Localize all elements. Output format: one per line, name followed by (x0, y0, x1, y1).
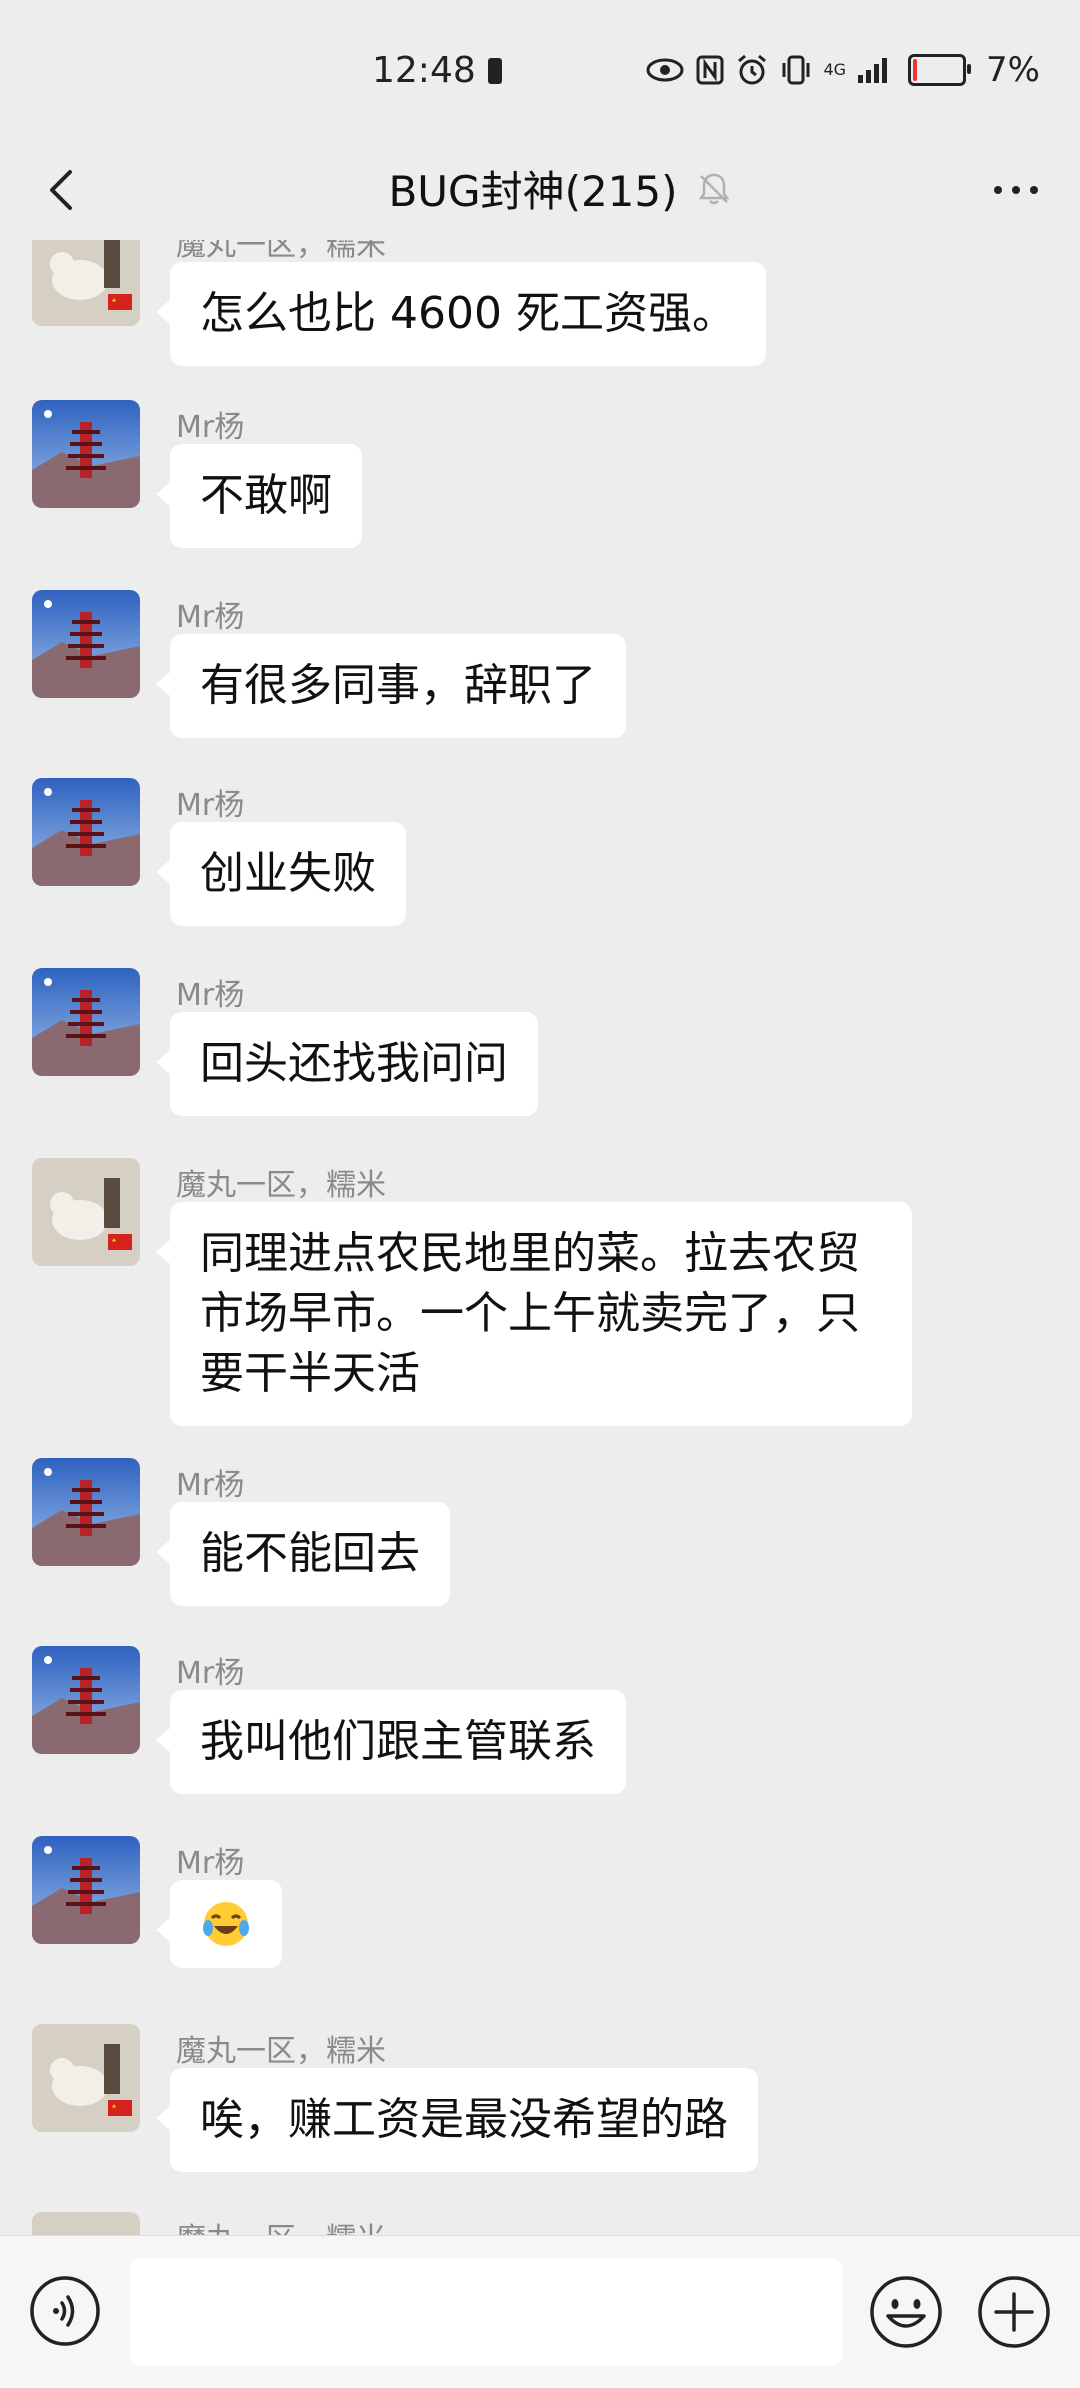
message-bubble[interactable]: 同理进点农民地里的菜。拉去农贸 市场早市。一个上午就卖完了，只 要干半天活 (156, 1202, 912, 1426)
nfc-icon (696, 55, 724, 85)
vibrate-icon (782, 55, 810, 85)
message-bubble[interactable]: 回头还找我问问 (156, 1012, 538, 1116)
battery-saver-icon (488, 58, 502, 84)
avatar[interactable] (32, 240, 140, 326)
sender-name: 魔丸一区，糯米 (176, 2034, 386, 2069)
message-bubble[interactable]: 不敢啊 (156, 444, 362, 548)
laughing-crying-emoji-icon (203, 1902, 249, 1946)
message-input[interactable] (130, 2258, 842, 2366)
chat-message-list[interactable]: 魔丸一区，糯米 怎么也比 4600 死工资强。 Mr杨 不敢啊 Mr杨 有很多同… (0, 240, 1080, 2235)
message-bubble[interactable]: 怎么也比 4600 死工资强。 (156, 262, 766, 366)
message-bubble[interactable]: 能不能回去 (156, 1502, 450, 1606)
chat-title-wrap: BUG封神(215) (0, 158, 1080, 219)
emoji-picker-icon[interactable] (868, 2274, 944, 2350)
message-bubble[interactable]: 创业失败 (156, 822, 406, 926)
chat-title: BUG封神(215) (388, 167, 678, 216)
mute-bell-icon (698, 173, 730, 204)
status-bar: 12:48 4G 7% (0, 0, 1080, 140)
sender-name: Mr杨 (176, 600, 245, 635)
input-bar (0, 2235, 1080, 2388)
message-line: 市场早市。一个上午就卖完了，只 (200, 1288, 860, 1339)
alarm-icon (738, 54, 767, 85)
avatar[interactable] (32, 968, 140, 1076)
battery-icon (908, 54, 972, 86)
more-options-icon[interactable] (986, 170, 1046, 210)
avatar[interactable] (32, 1158, 140, 1266)
avatar[interactable] (32, 1646, 140, 1754)
message-line: 要干半天活 (200, 1348, 420, 1399)
sender-name: Mr杨 (176, 978, 245, 1013)
sender-name: Mr杨 (176, 788, 245, 823)
status-icons: 4G 7% (645, 50, 1040, 90)
message-bubble[interactable] (156, 1880, 282, 1968)
message-bubble[interactable]: 我叫他们跟主管联系 (156, 1690, 626, 1794)
chat-header: BUG封神(215) (0, 140, 1080, 240)
avatar[interactable] (32, 2212, 140, 2235)
status-time: 12:48 (372, 50, 476, 91)
sender-name: Mr杨 (176, 410, 245, 445)
avatar[interactable] (32, 2024, 140, 2132)
plus-more-icon[interactable] (976, 2274, 1052, 2350)
sender-name: 魔丸一区，糯米 (176, 1168, 386, 1203)
sender-name: 魔丸一区，糯米 (176, 2214, 386, 2235)
avatar[interactable] (32, 1836, 140, 1944)
network-type-label: 4G (823, 60, 847, 79)
avatar[interactable] (32, 778, 140, 886)
message-line: 同理进点农民地里的菜。拉去农贸 (200, 1228, 860, 1279)
avatar[interactable] (32, 1458, 140, 1566)
sender-name: Mr杨 (176, 1846, 245, 1881)
message-bubble[interactable]: 唉，赚工资是最没希望的路 (156, 2068, 758, 2172)
signal-icon (858, 58, 888, 83)
message-bubble[interactable]: 有很多同事，辞职了 (156, 634, 626, 738)
battery-percent: 7% (986, 50, 1040, 90)
sender-name: Mr杨 (176, 1656, 245, 1691)
avatar[interactable] (32, 590, 140, 698)
sender-name: 魔丸一区，糯米 (176, 240, 386, 263)
avatar[interactable] (32, 400, 140, 508)
voice-input-icon[interactable] (28, 2274, 102, 2348)
eye-comfort-icon (646, 58, 684, 82)
sender-name: Mr杨 (176, 1468, 245, 1503)
